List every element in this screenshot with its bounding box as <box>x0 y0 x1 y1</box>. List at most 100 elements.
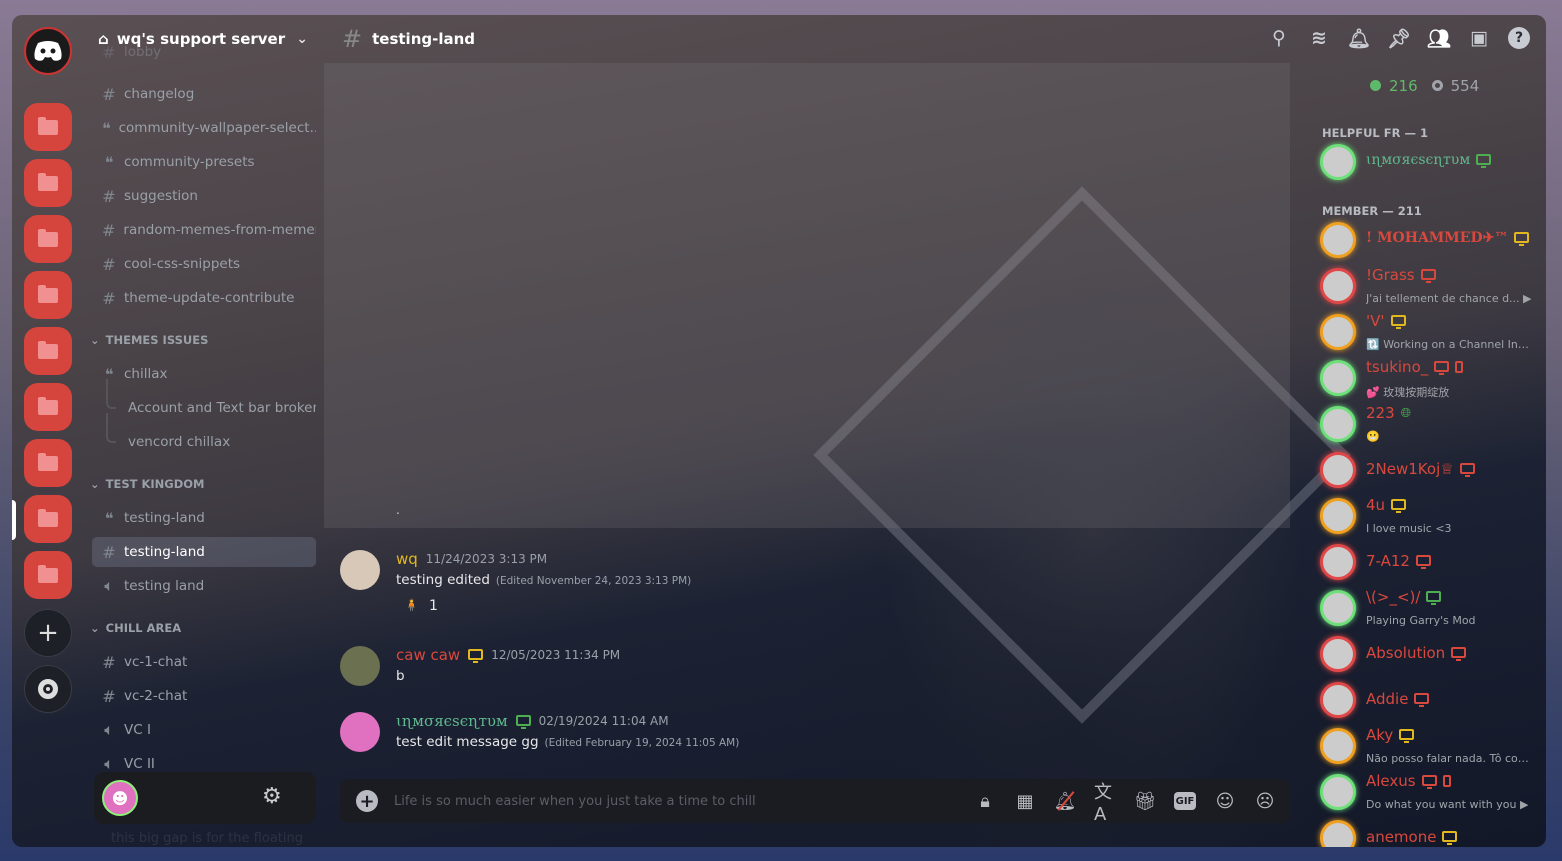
member-avatar <box>1320 820 1356 847</box>
member-list-icon[interactable]: 👥︎ <box>1427 27 1451 50</box>
author-avatar[interactable] <box>340 712 380 752</box>
member-item[interactable]: ɩɳмσяєѕєɳтυм <box>1320 140 1540 184</box>
channel-forum[interactable]: ❝ chillax <box>92 359 316 389</box>
message-input-placeholder[interactable]: Life is so much easier when you just tak… <box>394 794 756 809</box>
author-name[interactable]: ɩɳмσяєѕєɳтυм <box>396 712 508 730</box>
member-item[interactable]: 223 🌐︎ 😬 <box>1320 402 1540 446</box>
text-channel-icon: # <box>102 84 116 104</box>
add-server-button[interactable]: + <box>24 609 72 657</box>
discord-home-button[interactable] <box>24 27 72 75</box>
inbox-icon[interactable]: ▣ <box>1468 27 1490 49</box>
channel-thread[interactable]: vencord chillax <box>92 427 316 457</box>
translate-icon[interactable]: 文A <box>1094 782 1116 825</box>
member-item[interactable]: Addie <box>1320 678 1540 722</box>
channel-label: VC II <box>124 756 155 772</box>
server-folder[interactable] <box>24 215 72 263</box>
member-item[interactable]: 2New1Koj♕ <box>1320 448 1540 492</box>
member-name: Absolution <box>1366 644 1446 662</box>
author-avatar[interactable] <box>340 550 380 590</box>
member-name: anemone <box>1366 828 1437 846</box>
user-avatar[interactable]: ☻ <box>102 780 138 816</box>
desktop-icon <box>1399 728 1415 743</box>
channel-text[interactable]: # vc-1-chat <box>92 647 316 677</box>
member-item[interactable]: ! MOHAMMED✈™ <box>1320 218 1540 262</box>
member-name: 'V' <box>1366 312 1385 330</box>
member-avatar <box>1320 682 1356 718</box>
author-name[interactable]: wq <box>396 550 418 568</box>
server-folder[interactable] <box>24 383 72 431</box>
explore-servers-button[interactable] <box>24 665 72 713</box>
member-item[interactable]: Aky Não posso falar nada. Tô com ... <box>1320 724 1540 768</box>
channel-category[interactable]: ⌄ CHILL AREA <box>90 621 181 635</box>
server-folder[interactable] <box>24 327 72 375</box>
channel-forum[interactable]: ❝ community-wallpaper-select... <box>92 113 316 143</box>
member-avatar <box>1320 728 1356 764</box>
gift-icon[interactable]: 🎁︎ <box>1134 789 1157 813</box>
discord-window: + ⌂ wq's support server ⌄ # lobby ☻ ⚙ thi… <box>12 15 1546 847</box>
member-item[interactable]: Alexus Do what you want with you ▶ <box>1320 770 1540 814</box>
channel-thread[interactable]: Account and Text bar broken <box>92 393 316 423</box>
member-item[interactable]: Absolution <box>1320 632 1540 676</box>
author-name[interactable]: caw caw <box>396 646 460 664</box>
gif-button[interactable]: GIF <box>1174 792 1196 810</box>
lock-icon[interactable]: 🔒︎ <box>974 789 996 813</box>
member-name: Aky <box>1366 726 1394 744</box>
member-item[interactable]: 4u I love music <3 <box>1320 494 1540 538</box>
member-counts: 216 554 <box>1370 77 1479 95</box>
channel-label: community-presets <box>124 154 255 170</box>
channel-lobby-partial[interactable]: # lobby <box>92 45 316 59</box>
channel-voice[interactable]: 🔈︎ VC I <box>92 715 316 745</box>
channel-text[interactable]: # theme-update-contribute <box>92 283 316 313</box>
server-folder[interactable] <box>24 551 72 599</box>
member-item[interactable]: 'V' 🔃 Working on a Channel Intr... <box>1320 310 1540 354</box>
member-item[interactable]: anemone <box>1320 816 1540 847</box>
channel-text[interactable]: # cool-css-snippets <box>92 249 316 279</box>
reaction[interactable]: 🧍 1 <box>404 598 438 614</box>
server-folder[interactable] <box>24 495 72 543</box>
member-item[interactable]: !Grass J'ai tellement de chance d... ▶ <box>1320 264 1540 308</box>
emoji-icon[interactable]: ☹ <box>1254 789 1276 813</box>
member-avatar <box>1320 268 1356 304</box>
server-folder[interactable] <box>24 271 72 319</box>
member-item[interactable]: 7-A12 <box>1320 540 1540 584</box>
user-settings-gear-icon[interactable]: ⚙ <box>262 784 282 809</box>
channel-text[interactable]: # suggestion <box>92 181 316 211</box>
sticker-icon[interactable]: ☺ <box>1214 789 1236 813</box>
thread-connector <box>106 413 116 443</box>
notification-bell-icon[interactable]: 🔔︎ <box>1347 27 1371 50</box>
channel-text[interactable]: # testing-land <box>92 537 316 567</box>
message-scroll-area: . <box>324 63 1290 528</box>
pin-icon[interactable]: 📌︎ <box>1387 27 1411 50</box>
server-folder[interactable] <box>24 439 72 487</box>
member-item[interactable]: \(>_<)/ Playing Garry's Mod <box>1320 586 1540 630</box>
channel-category[interactable]: ⌄ THEMES ISSUES <box>90 333 208 347</box>
message-composer[interactable]: + Life is so much easier when you just t… <box>340 779 1290 825</box>
member-name: \(>_<)/ <box>1366 588 1421 606</box>
calendar-icon[interactable]: ▦ <box>1014 789 1036 813</box>
channel-category[interactable]: ⌄ TEST KINGDOM <box>90 477 205 491</box>
server-folder[interactable] <box>24 159 72 207</box>
channel-voice[interactable]: 🔈︎ VC II <box>92 749 316 779</box>
server-folder[interactable] <box>24 103 72 151</box>
thread-connector <box>106 379 116 409</box>
reaction-emoji: 🧍 <box>404 598 419 612</box>
channel-text[interactable]: # changelog <box>92 79 316 109</box>
channel-text[interactable]: # vc-2-chat <box>92 681 316 711</box>
channel-forum[interactable]: ❝ community-presets <box>92 147 316 177</box>
help-icon[interactable]: ? <box>1508 27 1530 49</box>
search-icon[interactable]: ⚲ <box>1268 27 1290 49</box>
online-dot-icon <box>1370 80 1381 91</box>
threads-icon[interactable]: ≋ <box>1308 27 1330 49</box>
member-avatar <box>1320 544 1356 580</box>
channel-forum[interactable]: ❝ testing-land <box>92 503 316 533</box>
text-channel-icon: # <box>102 542 116 562</box>
channel-voice[interactable]: 🔈︎ testing land <box>92 571 316 601</box>
member-name: ɩɳмσяєѕєɳтυм <box>1366 152 1471 168</box>
author-avatar[interactable] <box>340 646 380 686</box>
channel-text[interactable]: # random-memes-from-memers <box>92 215 316 245</box>
member-item[interactable]: tsukino_ 💕 玫瑰按期绽放 <box>1320 356 1540 400</box>
muted-bell-icon[interactable]: 🔔︎ <box>1054 789 1077 813</box>
channel-hash-icon: # <box>342 25 363 53</box>
desktop-icon <box>515 714 531 729</box>
upload-plus-button[interactable]: + <box>356 790 378 812</box>
